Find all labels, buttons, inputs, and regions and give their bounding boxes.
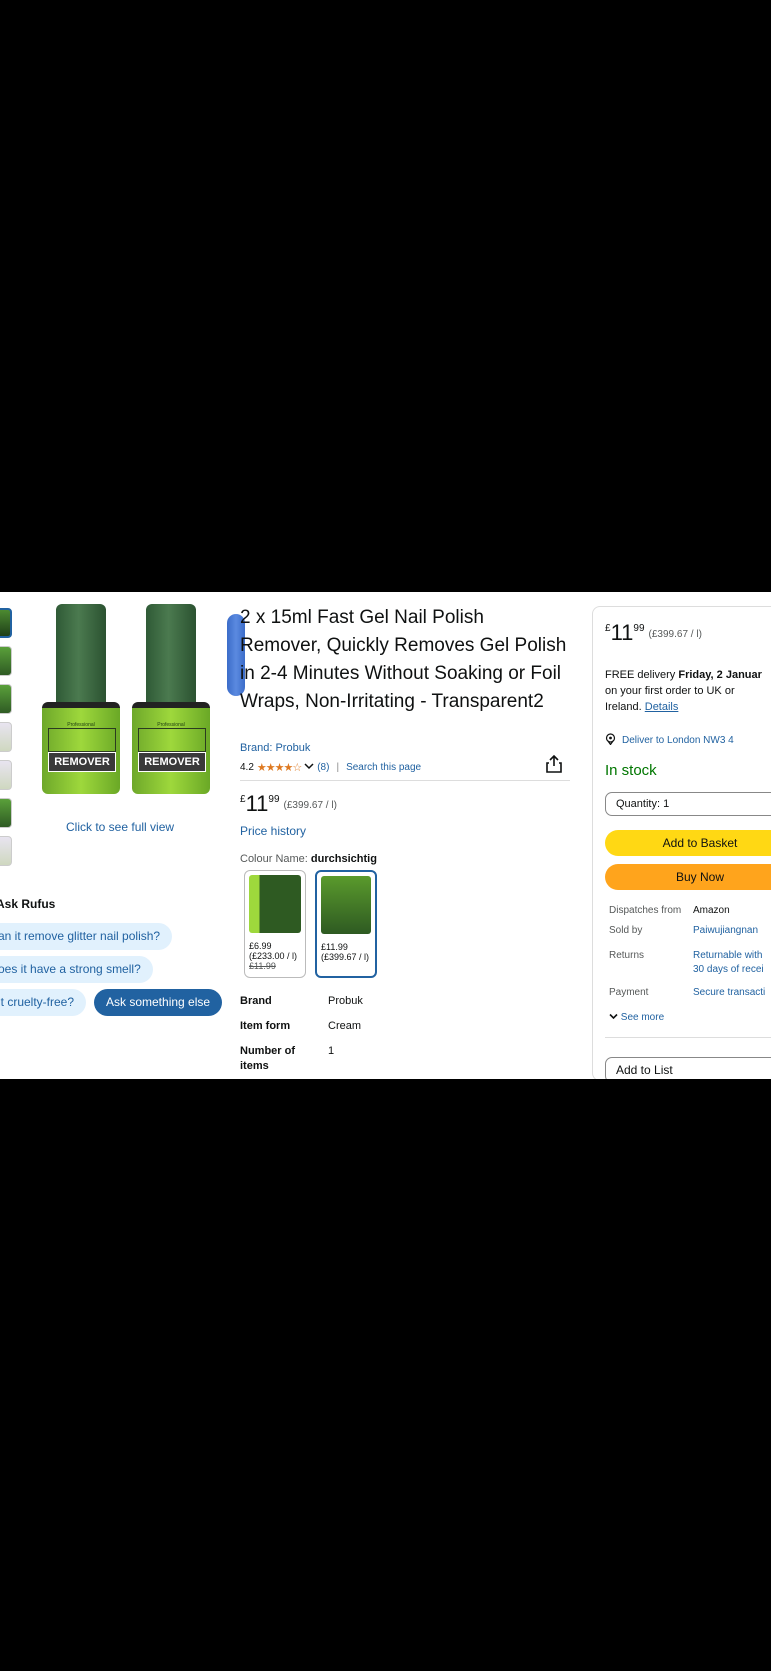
buybox-price: £ 11 99 (£399.67 / l) (605, 621, 702, 645)
price-fraction: 99 (268, 794, 280, 805)
delivery-region: Ireland. (605, 701, 645, 713)
colour-swatch[interactable]: £6.99 (£233.00 / l) £11.99 (244, 870, 306, 978)
quantity-select[interactable]: Quantity: 1 (605, 792, 771, 816)
spec-value: Probuk (328, 995, 363, 1007)
divider (605, 1037, 771, 1038)
swatch-unit-price: (£233.00 / l) (249, 951, 298, 961)
colour-label: Colour Name: (240, 853, 311, 865)
spec-key: Number of items (240, 1045, 295, 1072)
product-price: £ 11 99 (£399.67 / l) (240, 792, 337, 816)
rating-value: 4.2 (240, 762, 254, 773)
deliver-to-text: Deliver to London NW3 4 (622, 735, 734, 746)
info-key: Dispatches from (609, 905, 682, 916)
info-value: Amazon (693, 905, 730, 916)
rufus-question-chip[interactable]: oes it have a strong smell? (0, 956, 153, 983)
rufus-question-chip[interactable]: an it remove glitter nail polish? (0, 923, 173, 950)
product-title: 2 x 15ml Fast Gel Nail Polish Remover, Q… (240, 607, 567, 712)
thumbnail-strip (0, 608, 14, 874)
info-key: Returns (609, 950, 645, 961)
rating-line: 4.2 ★★★★☆ (8) | Search this page (240, 761, 421, 774)
delivery-details-link[interactable]: Details (645, 701, 679, 713)
price-whole: 11 (610, 620, 634, 645)
delivery-condition: on your first order to UK or (605, 685, 735, 697)
price-per-unit: (£399.67 / l) (648, 629, 702, 640)
search-this-page-link[interactable]: Search this page (346, 762, 421, 773)
price-whole: 11 (245, 791, 269, 816)
rufus-title: Ask Rufus (0, 897, 56, 911)
separator: | (336, 762, 340, 773)
bottle-label: REMOVER (138, 752, 206, 772)
stock-status: In stock (605, 762, 657, 779)
info-key: Sold by (609, 925, 643, 936)
chevron-down-icon (609, 1012, 621, 1023)
divider (240, 780, 570, 781)
seller-link[interactable]: Paiwujiangnan (693, 924, 758, 938)
swatch-unit-price: (£399.67 / l) (321, 952, 370, 962)
thumbnail[interactable] (0, 684, 12, 714)
click-full-view-link[interactable]: Click to see full view (66, 820, 174, 834)
bottle-label: REMOVER (48, 752, 116, 772)
delivery-date: Friday, 2 Januar (678, 669, 762, 681)
thumbnail[interactable] (0, 836, 12, 866)
location-pin-icon (605, 733, 616, 748)
see-more-link[interactable]: See more (609, 1012, 664, 1023)
add-to-list-button[interactable]: Add to List (605, 1057, 771, 1079)
see-more-label: See more (620, 1012, 665, 1023)
product-page: Professional REMOVER Professional REMOVE… (0, 592, 771, 1079)
chevron-down-icon[interactable] (304, 762, 314, 773)
deliver-to-link[interactable]: Deliver to London NW3 4 (605, 733, 734, 748)
colour-value: durchsichtig (310, 853, 377, 865)
swatch-price: £6.99 (249, 941, 272, 951)
brand-link[interactable]: Brand: Probuk (240, 742, 310, 754)
main-product-image[interactable]: Professional REMOVER Professional REMOVE… (30, 604, 245, 794)
delivery-prefix: FREE delivery (605, 669, 679, 681)
thumbnail[interactable] (0, 722, 12, 752)
buy-box: £ 11 99 (£399.67 / l) FREE delivery Frid… (592, 606, 771, 1079)
star-rating-icon[interactable]: ★★★★☆ (257, 761, 302, 774)
add-to-basket-button[interactable]: Add to Basket (605, 830, 771, 856)
spec-key: Brand (240, 995, 272, 1007)
rufus-question-chip[interactable]: it cruelty-free? (0, 989, 87, 1016)
product-specs: Brand Probuk Item form Cream Number of i… (240, 994, 363, 1079)
spec-value: 1 (328, 1045, 335, 1057)
share-icon[interactable] (545, 754, 563, 774)
spec-key: Item form (240, 1020, 291, 1032)
thumbnail[interactable] (0, 608, 12, 638)
payment-link[interactable]: Secure transacti (693, 986, 765, 1000)
swatch-was-price: £11.99 (249, 961, 276, 971)
thumbnail[interactable] (0, 646, 12, 676)
delivery-info: FREE delivery Friday, 2 Januar on your f… (605, 667, 771, 715)
thumbnail[interactable] (0, 798, 12, 828)
returns-line: 30 days of recei (693, 964, 764, 975)
colour-name: Colour Name: durchsichtig (240, 853, 377, 865)
spec-row: Item form Cream (240, 1019, 363, 1034)
buy-now-button[interactable]: Buy Now (605, 864, 771, 890)
ask-something-else-button[interactable]: Ask something else (94, 989, 223, 1016)
bottle-image: Professional REMOVER (132, 604, 210, 794)
price-history-link[interactable]: Price history (240, 824, 306, 838)
price-per-unit: (£399.67 / l) (283, 800, 337, 811)
returns-line: Returnable with (693, 950, 763, 961)
rating-count-link[interactable]: (8) (317, 762, 329, 773)
info-key: Payment (609, 987, 649, 998)
thumbnail[interactable] (0, 760, 12, 790)
spec-value: Cream (328, 1020, 362, 1032)
spec-row: Number of items 1 (240, 1044, 363, 1074)
returns-link[interactable]: Returnable with 30 days of recei (693, 949, 764, 977)
spec-row: Brand Probuk (240, 994, 363, 1009)
price-fraction: 99 (633, 623, 645, 634)
colour-swatch-selected[interactable]: £11.99 (£399.67 / l) (315, 870, 377, 978)
bottle-image: Professional REMOVER (42, 604, 120, 794)
swatch-price: £11.99 (321, 942, 348, 952)
